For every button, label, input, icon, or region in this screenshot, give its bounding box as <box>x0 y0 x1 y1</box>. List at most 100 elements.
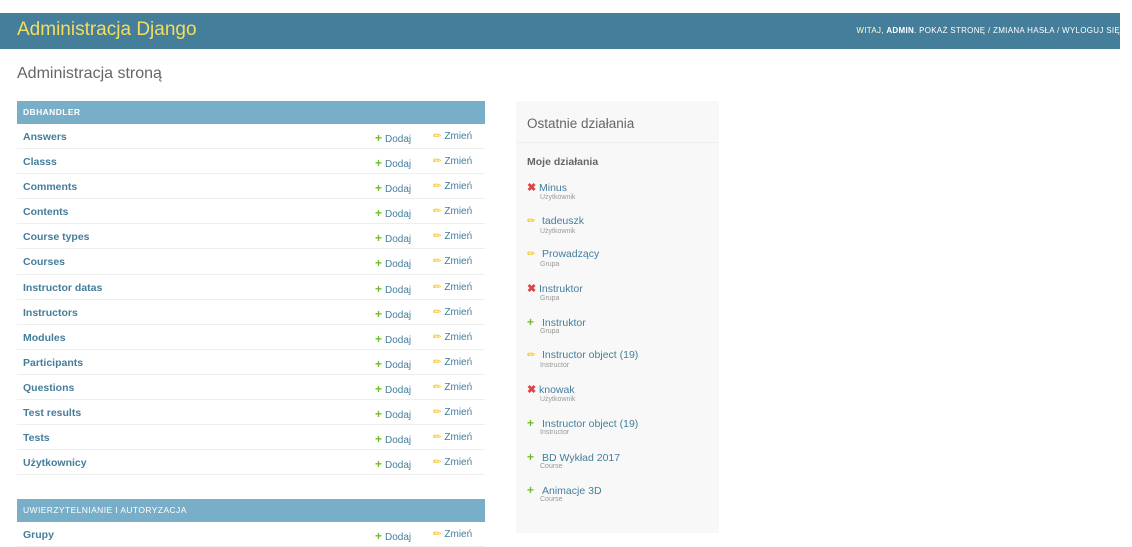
change-label: Zmień <box>444 432 473 444</box>
add-icon: + <box>527 449 535 464</box>
model-link[interactable]: Answers <box>23 131 67 143</box>
add-icon: + <box>375 256 383 271</box>
add-label: Dodaj <box>385 410 412 422</box>
model-link[interactable]: Tests <box>23 432 50 444</box>
action-object-link[interactable]: knowak <box>539 384 575 396</box>
app-caption[interactable]: DBHANDLER <box>17 101 485 124</box>
action-object-link[interactable]: Instruktor <box>539 283 583 295</box>
change-link[interactable]: ✏ Zmień <box>433 181 472 192</box>
change-label: Zmień <box>444 381 473 393</box>
change-link[interactable]: ✏ Zmień <box>433 231 472 242</box>
header-bar: Administracja Django WITAJ, ADMIN. POKAŻ… <box>0 13 1120 49</box>
model-row: Grupy + Dodaj ✏ Zmień <box>17 522 485 547</box>
model-row: Course types + Dodaj ✏ Zmień <box>17 224 485 250</box>
change-link[interactable]: ✏ Zmień <box>433 529 472 540</box>
pencil-icon: ✏ <box>433 231 442 243</box>
add-icon: + <box>375 356 383 371</box>
site-branding[interactable]: Administracja Django <box>17 19 197 41</box>
model-row: Modules + Dodaj ✏ Zmień <box>17 325 485 350</box>
app-caption[interactable]: UWIERZYTELNIANIE I AUTORYZACJA <box>17 499 485 522</box>
model-row: Classs + Dodaj ✏ Zmień <box>17 149 485 175</box>
model-link[interactable]: Course types <box>23 231 90 243</box>
add-link[interactable]: + Dodaj <box>375 231 411 245</box>
action-object-link[interactable]: Instructor object (19) <box>542 349 638 361</box>
model-link[interactable]: Modules <box>23 332 66 344</box>
change-link[interactable]: ✏ Zmień <box>433 357 472 368</box>
add-label: Dodaj <box>385 309 412 321</box>
add-link[interactable]: + Dodaj <box>375 256 411 270</box>
add-link[interactable]: + Dodaj <box>375 307 411 321</box>
change-label: Zmień <box>444 306 473 318</box>
pencil-icon: ✏ <box>527 350 536 361</box>
add-link[interactable]: + Dodaj <box>375 529 411 543</box>
pencil-icon: ✏ <box>433 181 442 193</box>
change-link[interactable]: ✏ Zmień <box>433 131 472 142</box>
add-icon: + <box>375 381 383 396</box>
change-link[interactable]: ✏ Zmień <box>433 407 472 418</box>
add-link[interactable]: + Dodaj <box>375 432 411 446</box>
my-actions-heading: Moje działania <box>527 156 599 168</box>
change-password-link[interactable]: ZMIANA HASŁA <box>993 26 1054 35</box>
model-link[interactable]: Classs <box>23 156 57 168</box>
add-label: Dodaj <box>385 209 412 221</box>
add-label: Dodaj <box>385 532 412 543</box>
add-link[interactable]: + Dodaj <box>375 206 411 220</box>
change-link[interactable]: ✏ Zmień <box>433 307 472 318</box>
pencil-icon: ✏ <box>433 457 442 469</box>
pencil-icon: ✏ <box>433 432 442 444</box>
change-link[interactable]: ✏ Zmień <box>433 256 472 267</box>
model-link[interactable]: Instructors <box>23 307 78 319</box>
recent-action-item: + Animacje 3D Course <box>527 483 602 503</box>
action-content-type: Grupa <box>540 328 560 336</box>
add-icon: + <box>375 331 383 346</box>
add-link[interactable]: + Dodaj <box>375 282 411 296</box>
model-row: Test results + Dodaj ✏ Zmień <box>17 400 485 426</box>
action-content-type: Course <box>540 496 563 504</box>
model-link[interactable]: Courses <box>23 256 65 268</box>
change-link[interactable]: ✏ Zmień <box>433 156 472 167</box>
add-link[interactable]: + Dodaj <box>375 156 411 170</box>
action-content-type: Użytkownik <box>540 194 576 201</box>
dot: . <box>914 26 917 35</box>
model-link[interactable]: Test results <box>23 407 81 419</box>
add-link[interactable]: + Dodaj <box>375 457 411 471</box>
add-link[interactable]: + Dodaj <box>375 382 411 396</box>
recent-action-item: ✖ Minus Użytkownik <box>527 181 575 201</box>
action-object-link[interactable]: Prowadzący <box>542 248 599 260</box>
change-link[interactable]: ✏ Zmień <box>433 206 472 217</box>
model-link[interactable]: Instructor datas <box>23 282 102 294</box>
add-link[interactable]: + Dodaj <box>375 332 411 346</box>
add-link[interactable]: + Dodaj <box>375 357 411 371</box>
model-link[interactable]: Contents <box>23 206 69 218</box>
add-link[interactable]: + Dodaj <box>375 407 411 421</box>
recent-action-item: + Instruktor Grupa <box>527 315 586 335</box>
recent-action-item: ✏ Instructor object (19) Instructor <box>527 349 638 369</box>
model-link[interactable]: Grupy <box>23 529 54 541</box>
model-link[interactable]: Participants <box>23 357 83 369</box>
action-object-link[interactable]: tadeuszk <box>542 215 584 227</box>
view-site-link[interactable]: POKAŻ STRONĘ <box>919 26 985 35</box>
change-label: Zmień <box>444 231 473 243</box>
change-label: Zmień <box>444 256 473 268</box>
add-link[interactable]: + Dodaj <box>375 131 411 145</box>
model-link[interactable]: Comments <box>23 181 77 193</box>
add-icon: + <box>527 315 535 330</box>
model-link[interactable]: Questions <box>23 382 74 394</box>
model-row: Contents + Dodaj ✏ Zmień <box>17 199 485 225</box>
change-link[interactable]: ✏ Zmień <box>433 382 472 393</box>
change-link[interactable]: ✏ Zmień <box>433 432 472 443</box>
add-icon: + <box>375 231 383 246</box>
change-link[interactable]: ✏ Zmień <box>433 282 472 293</box>
action-object-link[interactable]: Minus <box>539 182 567 194</box>
add-icon: + <box>527 483 535 498</box>
delete-icon: ✖ <box>527 182 537 194</box>
add-link[interactable]: + Dodaj <box>375 181 411 195</box>
change-label: Zmień <box>444 206 473 218</box>
change-label: Zmień <box>444 356 473 368</box>
change-link[interactable]: ✏ Zmień <box>433 332 472 343</box>
recent-action-item: ✖ knowak Użytkownik <box>527 383 575 403</box>
action-content-type: Instructor <box>540 429 570 437</box>
change-link[interactable]: ✏ Zmień <box>433 457 472 468</box>
logout-link[interactable]: WYLOGUJ SIĘ <box>1062 26 1120 35</box>
model-link[interactable]: Użytkownicy <box>23 457 87 469</box>
